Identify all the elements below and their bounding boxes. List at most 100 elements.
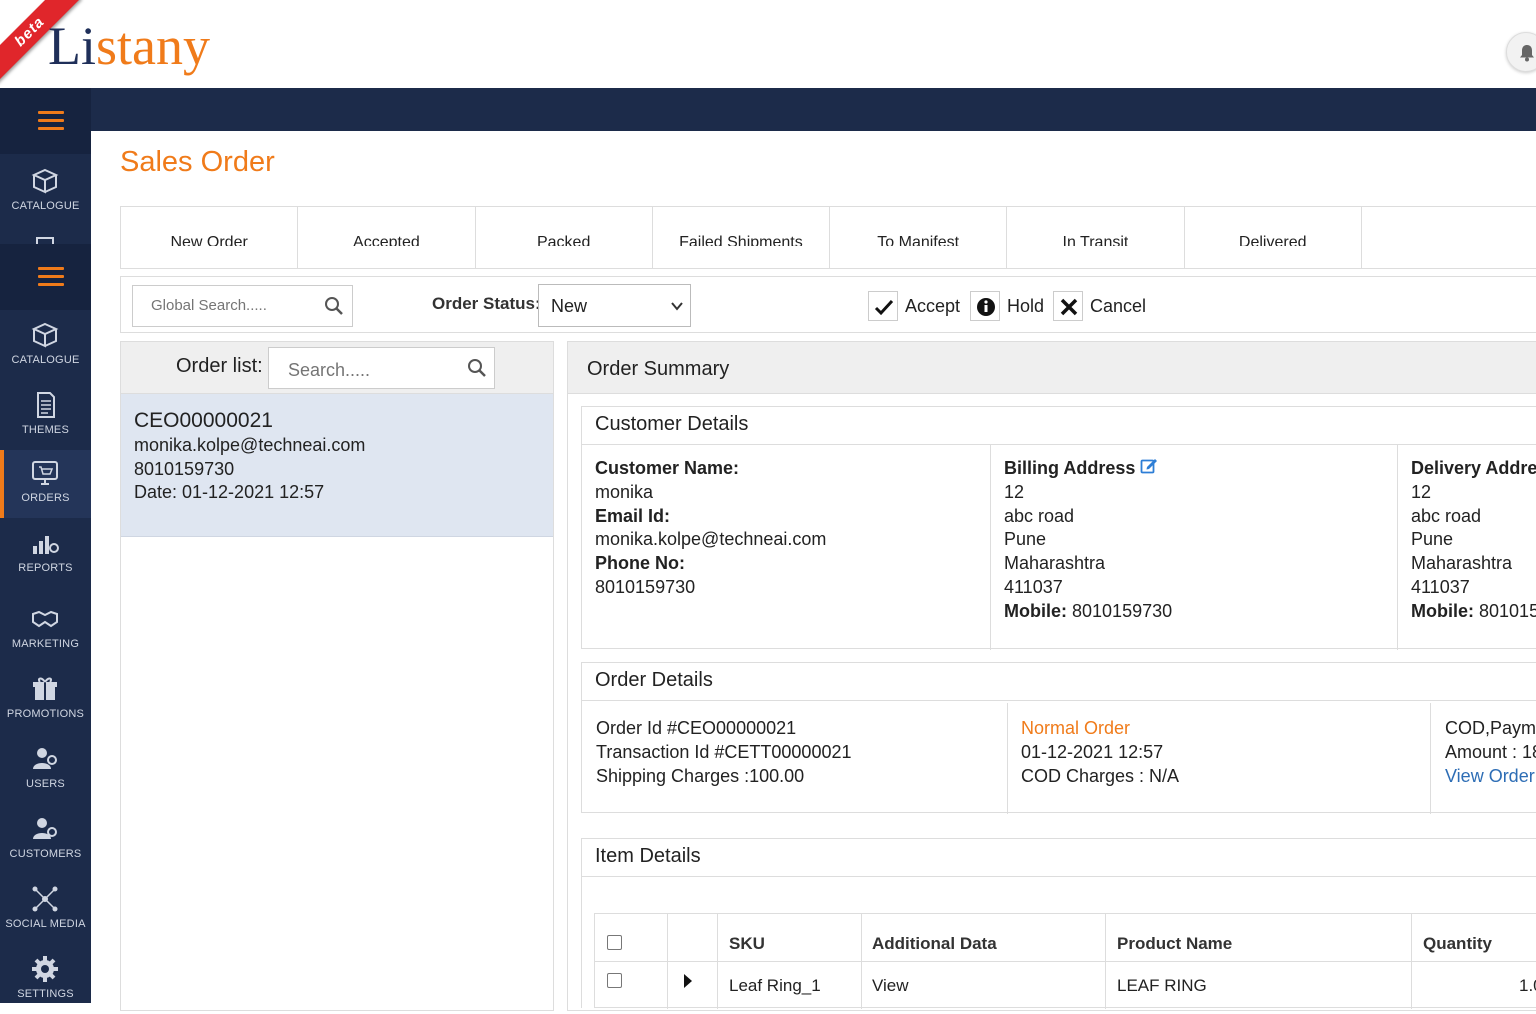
select-all-checkbox[interactable] — [607, 935, 622, 950]
sidebar-item-catalogue-2[interactable]: CATALOGUE — [0, 312, 91, 380]
col-quantity[interactable]: Quantity — [1423, 934, 1492, 954]
order-email: monika.kolpe@techneai.com — [134, 435, 366, 455]
order-details-title: Order Details — [595, 669, 713, 691]
sidebar-item-themes[interactable]: THEMES — [0, 382, 91, 450]
customer-phone: 8010159730 — [595, 576, 696, 597]
caret-right-icon[interactable] — [683, 974, 693, 988]
page-title: Sales Order — [120, 146, 275, 178]
search-icon[interactable] — [324, 296, 344, 316]
customers-icon — [33, 818, 57, 839]
view-order-link[interactable]: View Order S — [1445, 766, 1536, 786]
delivery-pin: 411037 — [1411, 576, 1470, 597]
global-search-box — [132, 285, 353, 327]
sidebar-item-promotions[interactable]: PROMOTIONS — [0, 666, 91, 734]
order-meta: Normal Order 01-12-2021 12:57 COD Charge… — [1021, 717, 1179, 788]
logo-text-part3: any — [132, 16, 210, 76]
shipping-charges: Shipping Charges :100.00 — [596, 765, 805, 786]
customer-info: Customer Name: monika Email Id: monika.k… — [595, 457, 826, 600]
order-list-search-box — [268, 347, 495, 389]
sidebar-item-social-media[interactable]: SOCIAL MEDIA — [0, 876, 91, 944]
delivery-line1: 12 — [1411, 481, 1432, 502]
info-icon — [977, 298, 995, 316]
tab-more[interactable] — [1362, 207, 1536, 268]
billing-line1: 12 — [1004, 481, 1025, 502]
tab-label: To Manifest — [877, 234, 960, 246]
menu-toggle-button[interactable] — [0, 88, 91, 154]
billing-line2: abc road — [1004, 505, 1075, 526]
delivery-state: Maharashtra — [1411, 553, 1513, 574]
order-list-header: Order list: — [121, 342, 553, 394]
customer-name: monika — [595, 481, 654, 502]
sidebar-item-orders[interactable]: ORDERS — [0, 450, 91, 518]
notification-button[interactable] — [1506, 32, 1536, 72]
tab-label: Packed — [536, 234, 591, 246]
customer-details-section: Customer Details Customer Name: monika E… — [581, 406, 1536, 650]
document-icon — [36, 237, 54, 244]
col-sku[interactable]: SKU — [729, 934, 765, 954]
sidebar-item-reports[interactable]: REPORTS — [0, 520, 91, 588]
chevron-down-icon — [671, 302, 683, 311]
order-details-section: Order Details Order Id #CEO00000021 Tran… — [581, 662, 1536, 814]
global-search-input[interactable] — [149, 296, 309, 315]
delivery-line2: abc road — [1411, 505, 1482, 526]
sidebar-item-label: REPORTS — [18, 562, 73, 574]
tab-to-manifest[interactable]: To Manifest — [830, 207, 1008, 268]
logo-text-part1: Li — [48, 16, 96, 76]
customer-name-label: Customer Name: — [595, 458, 740, 478]
gear-icon — [32, 956, 58, 982]
sidebar-item-partial[interactable] — [0, 226, 91, 244]
col-product-name[interactable]: Product Name — [1117, 934, 1232, 954]
tab-label: Accepted — [353, 234, 420, 246]
row-quantity: 1.0 — [1519, 976, 1536, 995]
edit-icon[interactable] — [1140, 457, 1158, 475]
bell-icon — [1520, 45, 1534, 62]
tab-label: New Order — [170, 234, 248, 246]
sidebar-item-label: CUSTOMERS — [9, 848, 82, 860]
order-status-select[interactable]: New — [538, 284, 691, 327]
billing-state: Maharashtra — [1004, 553, 1106, 574]
document-icon — [37, 392, 55, 418]
items-table-header: SKU Additional Data Product Name Quantit… — [595, 914, 1536, 962]
sidebar-item-customers[interactable]: CUSTOMERS — [0, 806, 91, 874]
order-type: Normal Order — [1021, 718, 1131, 738]
order-date-text: 01-12-2021 12:57 — [1021, 741, 1164, 762]
delivery-city: Pune — [1411, 529, 1454, 550]
logo[interactable]: Listany — [48, 12, 210, 80]
sidebar-item-label: PROMOTIONS — [6, 708, 85, 720]
billing-address: Billing Address 12 abc road Pune Maharas… — [1004, 457, 1172, 624]
payment-method: COD,Payment — [1445, 718, 1536, 738]
menu-toggle-button-2[interactable] — [0, 244, 91, 310]
users-icon — [33, 748, 57, 769]
tab-in-transit[interactable]: In Transit — [1007, 207, 1185, 268]
tab-packed[interactable]: Packed — [476, 207, 653, 268]
delivery-address: Delivery Address 12 abc road Pune Mahara… — [1411, 457, 1536, 624]
sidebar-item-settings[interactable]: SETTINGS — [0, 946, 91, 1014]
order-list-search-input[interactable] — [286, 359, 446, 382]
top-header: beta Listany — [0, 0, 1536, 88]
handshake-icon — [32, 610, 58, 628]
order-amount: Amount : 18 — [1445, 741, 1536, 762]
search-icon[interactable] — [467, 358, 487, 378]
hold-label: Hold — [1007, 296, 1045, 316]
tab-delivered[interactable]: Delivered — [1185, 207, 1362, 268]
tab-accepted[interactable]: Accepted — [298, 207, 476, 268]
tab-failed-shipments[interactable]: Failed Shipments — [653, 207, 831, 268]
tab-new-order[interactable]: New Order — [121, 207, 299, 268]
sidebar-item-catalogue[interactable]: CATALOGUE — [0, 158, 91, 226]
logo-text-part2: st — [96, 16, 133, 76]
check-icon — [874, 299, 894, 316]
transaction-id-text: Transaction Id #CETT00000021 — [596, 741, 852, 762]
sidebar-item-label: USERS — [26, 778, 65, 790]
sidebar-item-marketing[interactable]: MARKETING — [0, 596, 91, 664]
row-checkbox[interactable] — [607, 973, 622, 988]
order-status-label: Order Status: — [432, 294, 541, 313]
delivery-address-title: Delivery Address — [1411, 458, 1536, 478]
customer-email: monika.kolpe@techneai.com — [595, 529, 827, 550]
tab-label: Delivered — [1238, 234, 1307, 246]
network-icon — [32, 886, 58, 912]
sidebar-item-users[interactable]: USERS — [0, 736, 91, 804]
billing-mobile-label: Mobile: — [1004, 600, 1067, 621]
row-view-link[interactable]: View — [872, 976, 909, 996]
list-item[interactable]: CEO00000021 monika.kolpe@techneai.com 80… — [121, 394, 553, 537]
col-additional-data[interactable]: Additional Data — [872, 934, 997, 954]
